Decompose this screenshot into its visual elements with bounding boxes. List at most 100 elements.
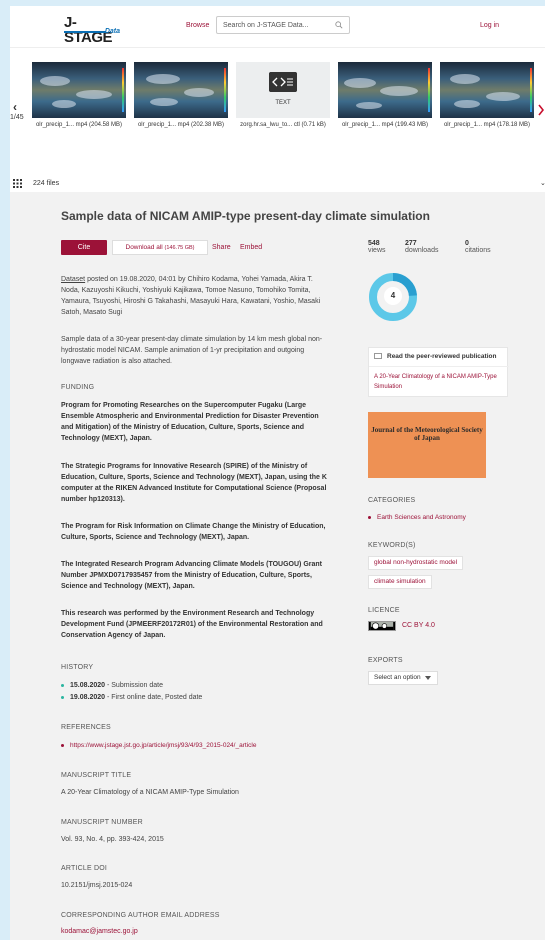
- page-frame: J-STAGE Data Browse Search on J-STAGE Da…: [10, 6, 545, 940]
- doi-heading: ARTICLE DOI: [61, 865, 108, 872]
- manuscript-title-heading: MANUSCRIPT TITLE: [61, 772, 132, 779]
- file-thumbnail[interactable]: olr_precip_1... mp4 (202.38 MB): [134, 62, 228, 128]
- text-preview: TEXT: [236, 62, 330, 118]
- exports-select-value: Select an option: [374, 674, 421, 681]
- history-item: 15.08.2020 - Submission date: [61, 682, 163, 689]
- code-file-icon: [269, 72, 297, 92]
- file-thumbnail[interactable]: olr_precip_1... mp4 (204.58 MB): [32, 62, 126, 128]
- logo-sub: Data: [104, 28, 120, 35]
- journal-cover-image[interactable]: Journal of the Meteorological Society of…: [368, 412, 486, 478]
- manuscript-title-value: A 20-Year Climatology of a NICAM AMIP-Ty…: [61, 789, 239, 796]
- posted-info: Dataset posted on 19.08.2020, 04:01 by C…: [61, 274, 333, 318]
- file-thumbnail[interactable]: olr_precip_1... mp4 (199.43 MB): [338, 62, 432, 128]
- logo-underline: [64, 31, 106, 33]
- category-link[interactable]: Earth Sciences and Astronomy: [368, 514, 466, 521]
- keywords-heading: KEYWORD(S): [368, 542, 416, 549]
- funding-item: This research was performed by the Envir…: [61, 610, 323, 639]
- downloads-stat: 277 downloads: [405, 240, 438, 254]
- item-details: Sample data of NICAM AMIP-type present-d…: [10, 192, 545, 940]
- embed-link[interactable]: Embed: [240, 244, 262, 251]
- search-input[interactable]: Search on J-STAGE Data...: [216, 16, 350, 34]
- video-preview-image: [440, 62, 534, 118]
- video-preview-image: [32, 62, 126, 118]
- browse-link[interactable]: Browse: [186, 22, 209, 29]
- bullet-icon: [61, 695, 64, 699]
- file-thumbnail[interactable]: TEXT zorg.hr.sa_lwu_to... ctl (0.71 kB): [236, 62, 330, 128]
- file-caption: olr_precip_1... mp4 (199.43 MB): [341, 122, 429, 128]
- publication-box: Read the peer-reviewed publication A 20-…: [368, 347, 509, 397]
- manuscript-number-value: Vol. 93, No. 4, pp. 393-424, 2015: [61, 836, 164, 843]
- publication-link[interactable]: A 20-Year Climatology of a NICAM AMIP-Ty…: [374, 372, 504, 392]
- next-arrow-icon[interactable]: [538, 104, 544, 116]
- site-header: J-STAGE Data Browse Search on J-STAGE Da…: [10, 6, 545, 48]
- chevron-down-icon: [425, 676, 431, 680]
- search-icon[interactable]: [335, 21, 343, 29]
- funding-item: Program for Promoting Researches on the …: [61, 402, 319, 442]
- citations-count: 0: [465, 240, 469, 247]
- file-caption: olr_precip_1... mp4 (202.38 MB): [137, 122, 225, 128]
- dataset-link[interactable]: Dataset: [61, 276, 85, 283]
- keyword-tag[interactable]: climate simulation: [368, 575, 432, 589]
- reference-link[interactable]: https://www.jstage.jst.go.jp/article/jms…: [61, 742, 256, 749]
- login-link[interactable]: Log in: [480, 22, 499, 29]
- history-text: - First online date, Posted date: [105, 694, 203, 701]
- posted-text: posted on 19.08.2020, 04:01 by Chihiro K…: [61, 276, 321, 316]
- manuscript-number-heading: MANUSCRIPT NUMBER: [61, 819, 143, 826]
- share-link[interactable]: Share: [212, 244, 231, 251]
- history-heading: HISTORY: [61, 664, 94, 671]
- publication-heading: Read the peer-reviewed publication: [374, 353, 496, 360]
- divider: [369, 366, 509, 367]
- funding-heading: FUNDING: [61, 384, 95, 391]
- collapse-icon[interactable]: ⌄: [540, 179, 545, 187]
- funding-item: The Strategic Programs for Innovative Re…: [61, 463, 327, 503]
- keyword-tag[interactable]: global non-hydrostatic model: [368, 556, 464, 570]
- views-label: views: [368, 247, 386, 254]
- files-bar: 224 files ⌄: [10, 176, 545, 192]
- cc-license-icon[interactable]: [368, 621, 396, 631]
- funding-item: The Integrated Research Program Advancin…: [61, 561, 322, 590]
- carousel-counter: 1/45: [10, 114, 24, 121]
- history-text: - Submission date: [105, 682, 164, 689]
- category-label[interactable]: Earth Sciences and Astronomy: [377, 514, 466, 521]
- search-placeholder: Search on J-STAGE Data...: [223, 22, 309, 29]
- references-heading: REFERENCES: [61, 724, 111, 731]
- video-preview-image: [338, 62, 432, 118]
- bullet-icon: [61, 683, 64, 687]
- file-caption: olr_precip_1... mp4 (204.58 MB): [35, 122, 123, 128]
- history-item: 19.08.2020 - First online date, Posted d…: [61, 694, 202, 701]
- download-size: (146.75 GB): [164, 245, 195, 251]
- funding-item: The Program for Risk Information on Clim…: [61, 523, 326, 541]
- citations-label: citations: [465, 247, 491, 254]
- file-caption: zorg.hr.sa_lwu_to... ctl (0.71 kB): [240, 122, 326, 128]
- views-count: 548: [368, 240, 380, 247]
- file-thumbnail[interactable]: olr_precip_1... mp4 (178.18 MB): [440, 62, 534, 128]
- reference-url[interactable]: https://www.jstage.jst.go.jp/article/jms…: [70, 742, 256, 749]
- citations-stat: 0 citations: [465, 240, 491, 254]
- journal-title: Journal of the Meteorological Society of…: [371, 426, 483, 442]
- views-stat: 548 views: [368, 240, 386, 254]
- altmetric-badge[interactable]: 4: [368, 272, 418, 322]
- file-carousel: ‹ 1/45 olr_precip_1... mp4 (204.58 MB) o…: [10, 48, 545, 178]
- doi-value: 10.2151/jmsj.2015-024: [61, 882, 133, 889]
- cite-button[interactable]: Cite: [61, 240, 107, 255]
- email-heading: CORRESPONDING AUTHOR EMAIL ADDRESS: [61, 912, 220, 919]
- licence-heading: LICENCE: [368, 607, 400, 614]
- exports-select[interactable]: Select an option: [368, 671, 438, 685]
- author-email[interactable]: kodamac@jamstec.go.jp: [61, 928, 138, 935]
- document-icon: [374, 353, 382, 360]
- description: Sample data of a 30-year present-day cli…: [61, 336, 323, 365]
- video-preview-image: [134, 62, 228, 118]
- altmetric-score: 4: [384, 287, 402, 305]
- page-title: Sample data of NICAM AMIP-type present-d…: [61, 209, 430, 223]
- prev-arrow-icon[interactable]: ‹: [13, 100, 17, 114]
- licence-link[interactable]: CC BY 4.0: [402, 622, 435, 629]
- file-caption: olr_precip_1... mp4 (178.18 MB): [443, 122, 531, 128]
- history-date: 15.08.2020: [70, 682, 106, 689]
- categories-heading: CATEGORIES: [368, 497, 416, 504]
- download-all-button[interactable]: Download all (146.75 GB): [112, 240, 208, 255]
- bullet-icon: [368, 515, 371, 519]
- publication-heading-text: Read the peer-reviewed publication: [387, 353, 497, 360]
- grid-view-icon[interactable]: [13, 179, 22, 188]
- jstage-logo[interactable]: J-STAGE Data: [64, 15, 120, 45]
- exports-heading: EXPORTS: [368, 657, 403, 664]
